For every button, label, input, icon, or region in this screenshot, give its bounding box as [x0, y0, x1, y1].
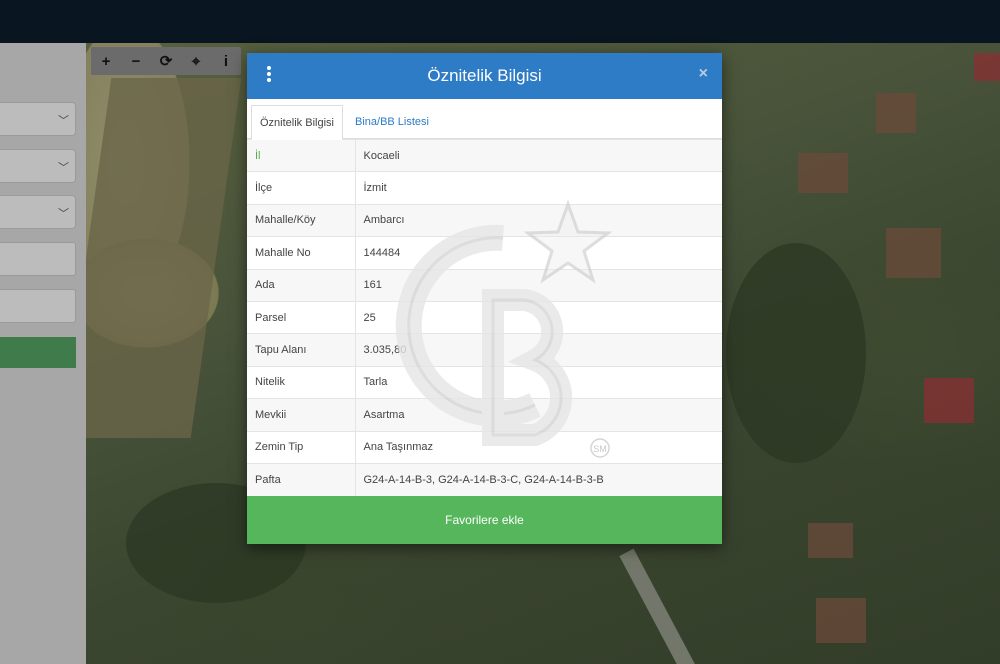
modal-title: Öznitelik Bilgisi — [427, 66, 542, 85]
zoom-in-icon[interactable]: + — [91, 47, 121, 75]
map-road — [619, 548, 709, 664]
attribute-key: Ada — [247, 269, 356, 302]
left-panel: ﹀ ﹀ ﹀ — [0, 43, 86, 664]
attribute-info-modal: Öznitelik Bilgisi × Öznitelik Bilgisi Bi… — [247, 53, 722, 544]
table-row: Zemin Tip Ana Taşınmaz — [247, 431, 722, 464]
close-icon[interactable]: × — [699, 65, 708, 83]
attribute-key: Mevkii — [247, 398, 356, 432]
attribute-value: Tarla — [363, 376, 388, 389]
attribute-value: İzmit — [363, 182, 387, 195]
modal-tabs: Öznitelik Bilgisi Bina/BB Listesi — [247, 99, 722, 140]
table-row: Tapu Alanı 3.035,80 — [247, 333, 722, 367]
table-row: Ada 161 — [247, 269, 722, 302]
left-select-2[interactable]: ﹀ — [0, 149, 76, 183]
attribute-value: Kocaeli — [363, 149, 400, 162]
attribute-value: Ambarcı — [363, 214, 405, 227]
locate-icon[interactable]: ⌖ — [181, 47, 211, 75]
attribute-key: İl — [247, 139, 356, 172]
left-input-2[interactable] — [0, 289, 76, 323]
top-bar — [0, 0, 1000, 43]
map-building — [798, 153, 848, 193]
table-row: Mevkii Asartma — [247, 398, 722, 432]
refresh-icon[interactable]: ⟳ — [151, 47, 181, 75]
map-building — [886, 228, 941, 278]
map-field-area — [86, 78, 242, 438]
table-row: Parsel 25 — [247, 301, 722, 334]
table-row: Mahalle No 144484 — [247, 236, 722, 270]
map-building — [876, 93, 916, 133]
info-icon[interactable]: i — [211, 47, 241, 75]
attribute-value: 25 — [363, 311, 376, 324]
table-row: İl Kocaeli — [247, 139, 722, 172]
chevron-down-icon: ﹀ — [58, 162, 69, 174]
map-building — [808, 523, 853, 558]
zoom-out-icon[interactable]: − — [121, 47, 151, 75]
left-select-1[interactable]: ﹀ — [0, 102, 76, 136]
table-row: İlçe İzmit — [247, 171, 722, 205]
add-to-favorites-button[interactable]: Favorilere ekle — [247, 496, 722, 544]
left-input-1[interactable] — [0, 242, 76, 276]
modal-header: Öznitelik Bilgisi × — [247, 53, 722, 99]
attribute-key: Nitelik — [247, 366, 356, 399]
attribute-value: 161 — [363, 279, 382, 292]
table-row: Pafta G24-A-14-B-3, G24-A-14-B-3-C, G24-A… — [247, 463, 722, 496]
map-toolbar: + − ⟳ ⌖ i — [91, 47, 241, 75]
tab-building-list[interactable]: Bina/BB Listesi — [347, 105, 437, 140]
table-row: Mahalle/Köy Ambarcı — [247, 204, 722, 237]
attribute-key: Mahalle No — [247, 236, 356, 270]
left-select-3[interactable]: ﹀ — [0, 195, 76, 229]
attribute-key: Parsel — [247, 301, 356, 334]
attribute-value: 3.035,80 — [363, 344, 407, 357]
map-building — [924, 378, 974, 423]
map-building — [816, 598, 866, 643]
table-row: Nitelik Tarla — [247, 366, 722, 399]
tab-attribute-info[interactable]: Öznitelik Bilgisi — [251, 105, 343, 140]
attribute-key: Tapu Alanı — [247, 333, 356, 367]
attribute-key: Mahalle/Köy — [247, 204, 356, 237]
attribute-value: Ana Taşınmaz — [363, 441, 434, 454]
attribute-key: Pafta — [247, 463, 356, 496]
attribute-table: İl Kocaeli İlçe İzmit Mahalle/Köy Ambarcı Maha… — [247, 139, 722, 496]
attribute-value: G24-A-14-B-3, G24-A-14-B-3-C, G24-A-14-B… — [363, 473, 604, 486]
attribute-key: İlçe — [247, 171, 356, 205]
attribute-key: Zemin Tip — [247, 431, 356, 464]
map-building — [974, 53, 1000, 81]
attribute-value: Asartma — [363, 408, 405, 421]
attribute-value: 144484 — [363, 246, 401, 259]
chevron-down-icon: ﹀ — [58, 208, 69, 220]
left-search-button[interactable] — [0, 337, 76, 368]
map-vegetation — [726, 243, 866, 463]
chevron-down-icon: ﹀ — [58, 115, 69, 127]
